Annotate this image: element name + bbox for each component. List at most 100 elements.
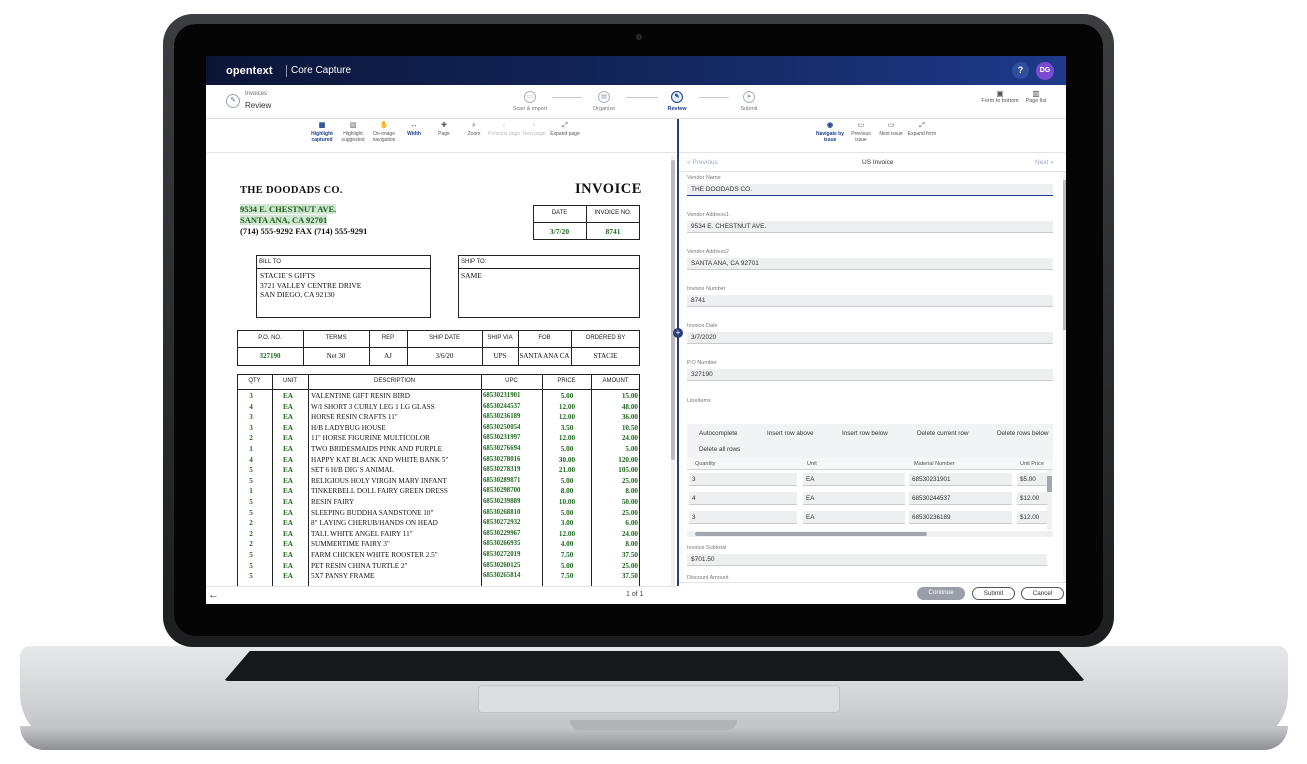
invoice-number-label: Invoice Number (687, 286, 726, 292)
autocomplete-button[interactable]: Autocomplete (699, 430, 738, 437)
grid-row[interactable]: 3 EA 68530236189 $12.00 (687, 509, 1053, 527)
po-number-field[interactable]: 327190 (687, 369, 1053, 381)
step-review[interactable]: ✎ Review (647, 91, 707, 112)
step-label: Scan & import (512, 106, 548, 112)
laptop-scene: opentext Core Capture ? DG ✎ Invoices Re… (0, 0, 1307, 764)
grid-horizontal-scrollbar[interactable] (687, 531, 1053, 537)
unit-price-cell[interactable]: $12.00 (1017, 511, 1049, 524)
material-number-cell[interactable]: 68530231901 (909, 473, 1012, 486)
insert-row-above-button[interactable]: Insert row above (767, 430, 814, 437)
grid-header-unit-price: Unit Price (1020, 461, 1044, 467)
order-header: TERMS (325, 335, 347, 341)
line-unit: EA (283, 466, 293, 475)
invoice-line-row: 4 EA W/I SHORT 3 CURLY LEG 1 LG GLASS 68530… (236, 403, 641, 414)
review-icon: ✎ (671, 91, 683, 103)
user-avatar[interactable]: DG (1036, 62, 1054, 80)
line-description: HORSE RESIN CRAFTS 11" (311, 413, 398, 422)
unit-price-cell[interactable]: $12.00 (1017, 492, 1049, 505)
highlight-captured-tool[interactable]: ▦ Highlight captured (306, 122, 338, 143)
line-header: QTY (248, 378, 261, 384)
on-image-navigation-tool[interactable]: ✋ On-image navigation (368, 122, 400, 143)
unit-cell[interactable]: EA (803, 473, 905, 486)
highlight-suggested-tool[interactable]: ▧ Highlight suggested (337, 122, 369, 143)
insert-row-below-button[interactable]: Insert row below (842, 430, 888, 437)
order-header: SHIP VIA (487, 335, 513, 341)
line-qty: 3 (249, 392, 253, 400)
breadcrumb-parent[interactable]: Invoices (245, 91, 267, 97)
document-scrollbar[interactable] (671, 156, 675, 586)
arrow-left-icon[interactable]: ← (208, 589, 219, 601)
step-scan-import[interactable]: ▭ Scan & import (500, 91, 560, 112)
scroll-thumb[interactable] (695, 532, 927, 536)
invoice-date-field[interactable]: 3/7/2020 (687, 332, 1053, 344)
grid-vertical-scrollbar[interactable] (1047, 470, 1052, 530)
line-qty: 2 (249, 529, 253, 538)
page-list-icon: ▥ (1032, 89, 1040, 98)
material-number-cell[interactable]: 68530244537 (909, 492, 1012, 505)
highlight-icon: ▦ (318, 122, 326, 129)
bill-to-line: 3721 VALLEY CENTRE DRIVE (260, 280, 362, 290)
quantity-cell[interactable]: 3 (689, 473, 797, 486)
scroll-thumb[interactable] (1047, 476, 1052, 492)
width-tool[interactable]: ↔ Width (398, 122, 430, 137)
form-scrollbar[interactable] (1063, 172, 1066, 582)
document-toolbar: ▦ Highlight captured ▧ Highlight suggest… (206, 119, 676, 153)
captured-highlight: SANTA ANA, CA 92701 (240, 215, 328, 225)
line-description: SET 6 H/B DIG`S ANIMAL (311, 466, 394, 475)
step-submit[interactable]: ➤ Submit (719, 91, 779, 112)
line-upc: 68530278016 (483, 455, 521, 463)
delete-rows-below-button[interactable]: Delete rows below (997, 430, 1048, 437)
next-page-tool[interactable]: › Next page (518, 122, 550, 137)
submit-button[interactable]: Submit (972, 587, 1015, 600)
scroll-thumb[interactable] (1063, 180, 1066, 330)
unit-price-cell[interactable]: $5.00 (1017, 473, 1049, 486)
vendor-address1-field[interactable]: 9534 E. CHESTNUT AVE. (687, 221, 1053, 233)
previous-page-tool[interactable]: ‹ Previous page (488, 122, 520, 137)
tool-label: Next issue (879, 131, 903, 137)
previous-form-link[interactable]: « Previous (687, 159, 718, 166)
zoom-tool[interactable]: ⌕ Zoom (458, 122, 490, 137)
line-unit: EA (283, 434, 293, 443)
step-label: Organize (592, 106, 616, 112)
app-screen: opentext Core Capture ? DG ✎ Invoices Re… (206, 56, 1066, 604)
invoice-number-field[interactable]: 8741 (687, 295, 1053, 307)
invoice-line-row: 2 EA 8" LAYING CHERUB/HANDS ON HEAD 6853027… (236, 519, 641, 530)
previous-issue-tool[interactable]: ▭ Previous issue (845, 122, 877, 143)
quantity-cell[interactable]: 4 (689, 492, 797, 505)
navigate-by-issue-tool[interactable]: ◉ Navigate by issue (814, 122, 846, 143)
unit-cell[interactable]: EA (803, 511, 905, 524)
help-button[interactable]: ? (1012, 62, 1029, 79)
material-number-cell[interactable]: 68530236189 (909, 511, 1012, 524)
quantity-cell[interactable]: 3 (689, 511, 797, 524)
bill-to-line: SAN DIEGO, CA 92130 (260, 290, 335, 299)
tool-label: Zoom (467, 131, 481, 137)
next-issue-tool[interactable]: ▭ Next issue (875, 122, 907, 137)
scroll-thumb[interactable] (671, 160, 675, 460)
delete-all-rows-button[interactable]: Delete all rows (699, 446, 740, 453)
vendor-address2-field[interactable]: SANTA ANA, CA 92701 (687, 258, 1053, 270)
invoice-subtotal-field[interactable]: $701.50 (687, 554, 1047, 566)
grid-row[interactable]: 3 EA 68530231901 $5.00 (687, 471, 1053, 489)
continue-button[interactable]: Continue (917, 587, 965, 600)
laptop-trackpad (478, 685, 840, 713)
zoom-icon: ⌕ (472, 122, 476, 129)
line-qty: 2 (249, 434, 253, 443)
line-price: 12.00 (558, 434, 576, 443)
unit-cell[interactable]: EA (803, 492, 905, 505)
step-organize[interactable]: ▤ Organize (574, 91, 634, 112)
line-price: 5.00 (560, 476, 574, 485)
grid-row[interactable]: 4 EA 68530244537 $12.00 (687, 490, 1053, 508)
expand-page-tool[interactable]: ⤢ Expand page (549, 122, 581, 137)
expand-icon: ⤢ (919, 122, 925, 129)
expand-form-tool[interactable]: ⤢ Expand form (906, 122, 938, 137)
document-viewer[interactable]: THE DOODADS CO. INVOICE 9534 E. CHESTNUT… (206, 154, 676, 586)
line-description: TALL WHITE ANGEL FAIRY 11" (311, 529, 413, 538)
next-form-link[interactable]: Next » (1035, 159, 1054, 166)
delete-current-row-button[interactable]: Delete current row (917, 430, 968, 437)
laptop-notch (570, 720, 737, 730)
cancel-button[interactable]: Cancel (1021, 587, 1064, 600)
vendor-name-field[interactable]: THE DOODADS CO. (687, 184, 1053, 196)
page-tool[interactable]: ✚ Page (428, 122, 460, 137)
page-list-button[interactable]: ▥ Page list (1016, 90, 1056, 105)
form-to-bottom-button[interactable]: ▣ Form to bottom (980, 90, 1020, 105)
